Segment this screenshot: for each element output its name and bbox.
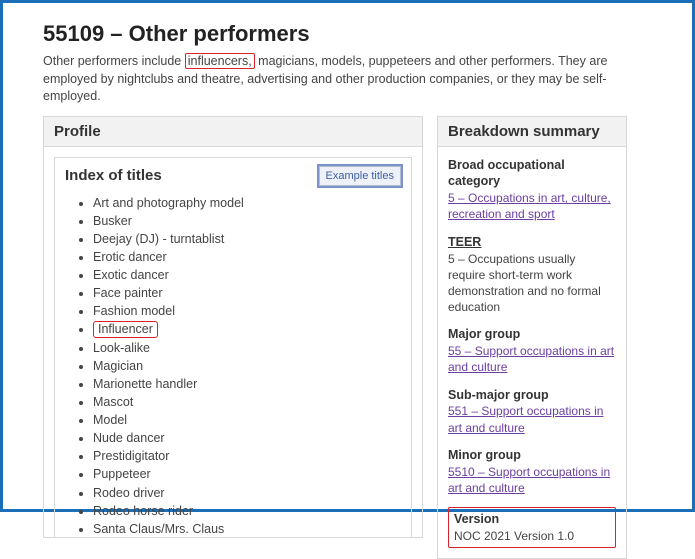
page-title: 55109 – Other performers — [43, 21, 652, 47]
list-item: Nude dancer — [93, 429, 401, 447]
submajor-group: Sub-major group 551 – Support occupation… — [448, 387, 616, 436]
profile-panel: Profile Index of titles Example titles A… — [43, 116, 423, 538]
list-item: Marionette handler — [93, 375, 401, 393]
submajor-label: Sub-major group — [448, 387, 616, 404]
list-item: Erotic dancer — [93, 248, 401, 266]
columns: Profile Index of titles Example titles A… — [43, 116, 652, 559]
teer-group: TEER 5 – Occupations usually require sho… — [448, 234, 616, 316]
major-link[interactable]: 55 – Support occupations in art and cult… — [448, 344, 614, 374]
list-item: Model — [93, 411, 401, 429]
submajor-link[interactable]: 551 – Support occupations in art and cul… — [448, 404, 603, 434]
list-item: Rodeo driver — [93, 484, 401, 502]
list-item: Busker — [93, 212, 401, 230]
profile-body: Index of titles Example titles Art and p… — [44, 147, 422, 537]
intro-text: Other performers include influencers, ma… — [43, 53, 652, 106]
broad-label: Broad occupational category — [448, 157, 616, 191]
breakdown-panel: Breakdown summary Broad occupational cat… — [437, 116, 627, 559]
version-label: Version — [454, 511, 610, 528]
profile-header: Profile — [44, 117, 422, 147]
page-content: 55109 – Other performers Other performer… — [27, 21, 668, 559]
teer-text: 5 – Occupations usually require short-te… — [448, 251, 616, 316]
broad-group: Broad occupational category 5 – Occupati… — [448, 157, 616, 223]
highlighted-title: Influencer — [93, 321, 158, 338]
index-head: Index of titles Example titles — [65, 166, 401, 186]
breakdown-header: Breakdown summary — [438, 117, 626, 147]
example-titles-button[interactable]: Example titles — [319, 166, 401, 186]
list-item: Mascot — [93, 393, 401, 411]
list-item: Magician — [93, 357, 401, 375]
index-title: Index of titles — [65, 167, 162, 184]
list-item: Exotic dancer — [93, 266, 401, 284]
list-item: Santa Claus/Mrs. Claus — [93, 520, 401, 537]
list-item: Look-alike — [93, 339, 401, 357]
teer-label: TEER — [448, 234, 616, 251]
breakdown-body: Broad occupational category 5 – Occupati… — [438, 147, 626, 559]
minor-link[interactable]: 5510 – Support occupations in art and cu… — [448, 465, 610, 495]
page-frame: 55109 – Other performers Other performer… — [0, 0, 695, 512]
list-item: Deejay (DJ) - turntablist — [93, 230, 401, 248]
list-item: Rodeo horse rider — [93, 502, 401, 520]
major-group: Major group 55 – Support occupations in … — [448, 326, 616, 375]
list-item: Puppeteer — [93, 465, 401, 483]
minor-label: Minor group — [448, 447, 616, 464]
list-item: Influencer — [93, 320, 401, 338]
broad-link[interactable]: 5 – Occupations in art, culture, recreat… — [448, 191, 611, 221]
version-text: NOC 2021 Version 1.0 — [454, 528, 610, 544]
version-box: Version NOC 2021 Version 1.0 — [448, 507, 616, 548]
titles-list: Art and photography modelBuskerDeejay (D… — [65, 194, 401, 537]
list-item: Art and photography model — [93, 194, 401, 212]
minor-group: Minor group 5510 – Support occupations i… — [448, 447, 616, 496]
major-label: Major group — [448, 326, 616, 343]
list-item: Prestidigitator — [93, 447, 401, 465]
index-card: Index of titles Example titles Art and p… — [54, 157, 412, 537]
intro-before: Other performers include — [43, 54, 181, 68]
list-item: Fashion model — [93, 302, 401, 320]
list-item: Face painter — [93, 284, 401, 302]
intro-highlight: influencers, — [185, 53, 255, 69]
